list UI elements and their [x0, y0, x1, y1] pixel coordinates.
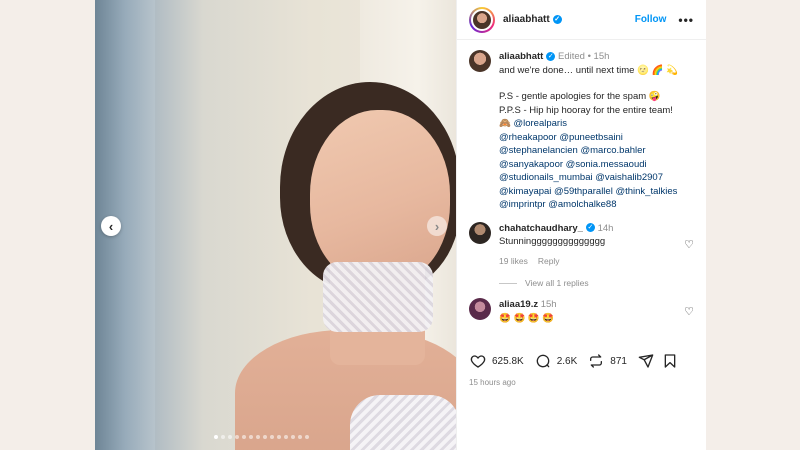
mention-line[interactable]: @rheakapoor @puneetbsaini: [499, 131, 694, 145]
carousel-dot: [256, 435, 260, 439]
carousel-dot: [249, 435, 253, 439]
mention-line[interactable]: @imprintpr @amolchalke88: [499, 198, 694, 212]
verified-icon: ✓: [546, 51, 556, 61]
caption-edited: Edited: [558, 51, 585, 62]
mention-line[interactable]: 🙈 @lorealparis: [499, 117, 694, 131]
verified-icon: ✓: [552, 14, 562, 24]
comment-likes[interactable]: 19 likes: [499, 255, 528, 269]
comment-time: 14h: [597, 222, 614, 234]
carousel-dot: [277, 435, 281, 439]
caption-username[interactable]: aliaabhatt: [499, 51, 543, 62]
comment-item: chahatchaudhary_ ✓ 14h Stunninggggggggggg…: [469, 221, 694, 288]
comment-bubble-icon[interactable]: [534, 352, 552, 370]
bookmark-icon[interactable]: [661, 352, 679, 370]
like-count[interactable]: 625.8K: [492, 356, 524, 367]
comment-time: 15h: [540, 299, 557, 310]
post-media: [95, 0, 456, 450]
caption-body: aliaabhatt ✓ Edited • 15h and we're done……: [499, 50, 694, 212]
repost-count[interactable]: 871: [610, 356, 627, 367]
caption-avatar[interactable]: [469, 50, 491, 72]
caption-line-1: and we're done… until next time 🌝 🌈 💫: [499, 64, 678, 76]
carousel-dot: [228, 435, 232, 439]
mention-line[interactable]: @studionails_mumbai @vaishalib2907: [499, 171, 694, 185]
mention-line[interactable]: @kimayapai @59thparallel @think_talkies: [499, 185, 694, 199]
reply-button[interactable]: Reply: [538, 255, 560, 269]
caption-line-3: P.P.S - Hip hip hooray for the entire te…: [499, 104, 673, 116]
carousel-dot: [235, 435, 239, 439]
follow-button[interactable]: Follow: [635, 14, 667, 25]
carousel-next-button[interactable]: ›: [427, 216, 447, 236]
view-replies-button[interactable]: View all 1 replies: [499, 278, 694, 288]
carousel-dot: [242, 435, 246, 439]
caption-time: 15h: [593, 51, 610, 62]
commenter-avatar[interactable]: [469, 298, 491, 320]
comments-section: aliaabhatt ✓ Edited • 15h and we're done……: [457, 40, 706, 340]
more-options-icon[interactable]: •••: [678, 13, 694, 27]
carousel-dot: [291, 435, 295, 439]
carousel-dot: [305, 435, 309, 439]
commenter-username[interactable]: aliaa19.z: [499, 299, 538, 310]
post-actions: 625.8K 2.6K 871 15 hours ago: [457, 350, 706, 387]
verified-icon: ✓: [585, 223, 595, 233]
carousel-dot: [298, 435, 302, 439]
photo-lace-dress: [350, 395, 456, 450]
like-heart-icon[interactable]: [469, 352, 487, 370]
caption-line-2: P.S - gentle apologies for the spam 🤪: [499, 91, 661, 102]
caption-separator: •: [587, 51, 591, 62]
comment-like-icon[interactable]: ♡: [684, 305, 694, 318]
carousel-dot: [284, 435, 288, 439]
posted-time: 15 hours ago: [469, 378, 516, 387]
comment-text: 🤩 🤩 🤩 🤩: [499, 312, 555, 324]
caption-row: aliaabhatt ✓ Edited • 15h and we're done……: [469, 50, 694, 212]
carousel-dots: [214, 435, 309, 439]
repost-icon[interactable]: [587, 352, 605, 370]
photo-lace-choker: [323, 262, 433, 332]
comment-item: aliaa19.z 15h 🤩 🤩 🤩 🤩 ♡: [469, 298, 694, 325]
carousel-dot: [214, 435, 218, 439]
post-side-panel: aliaabhatt ✓ Follow ••• aliaabhatt ✓ Edite…: [456, 0, 706, 450]
post-header: aliaabhatt ✓ Follow •••: [457, 0, 706, 40]
photo-face: [310, 110, 450, 285]
share-send-icon[interactable]: [637, 352, 655, 370]
carousel-dot: [221, 435, 225, 439]
comment-count[interactable]: 2.6K: [557, 356, 578, 367]
commenter-avatar[interactable]: [469, 221, 491, 244]
post-modal: aliaabhatt ✓ Follow ••• aliaabhatt ✓ Edite…: [95, 0, 706, 450]
carousel-dot: [263, 435, 267, 439]
mention-line[interactable]: @sanyakapoor @sonia.messaoudi: [499, 158, 694, 172]
mention-line[interactable]: @stephanelancien @marco.bahler: [499, 144, 694, 158]
commenter-username[interactable]: chahatchaudhary_: [499, 223, 583, 234]
carousel-prev-button[interactable]: ‹: [101, 216, 121, 236]
comment-like-icon[interactable]: ♡: [684, 238, 694, 251]
author-username[interactable]: aliaabhatt ✓: [503, 14, 562, 25]
carousel-dot: [270, 435, 274, 439]
comment-text: Stunningggggggggggggg: [499, 236, 606, 247]
author-avatar[interactable]: [469, 6, 495, 33]
